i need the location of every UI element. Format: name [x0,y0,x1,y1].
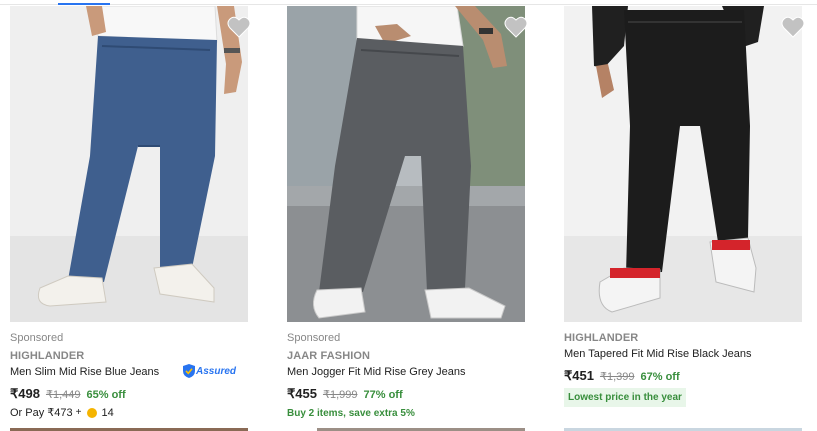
discount-percent: 65% off [86,389,126,401]
active-tab-indicator [58,3,110,5]
product-card-2[interactable]: Sponsored JAAR FASHION Men Jogger Fit Mi… [287,6,547,431]
lowest-price-badge: Lowest price in the year [564,388,686,407]
sponsored-label: Sponsored [10,332,64,344]
brand-name: JAAR FASHION [287,350,371,362]
price-row: ₹455 ₹1,999 77% off [287,386,403,402]
product-title[interactable]: Men Jogger Fit Mid Rise Grey Jeans [287,366,466,378]
top-divider [0,4,817,5]
supercoin-icon [87,407,98,418]
product-card-3[interactable]: HIGHLANDER Men Tapered Fit Mid Rise Blac… [564,6,817,431]
man-in-blue-jeans-image [10,6,248,322]
original-price: ₹1,999 [322,389,358,401]
selling-price: ₹451 [564,368,594,383]
product-image[interactable] [564,6,802,322]
assured-text: Assured [196,365,237,377]
price-row: ₹451 ₹1,399 67% off [564,368,680,384]
product-image[interactable] [10,6,248,322]
price-row: ₹498 ₹1,449 65% off [10,386,126,402]
or-pay-text: Or Pay ₹473 [10,407,73,419]
coin-count: 14 [101,406,114,419]
discount-percent: 67% off [640,371,680,383]
assured-badge: Assured [183,364,236,378]
original-price: ₹1,399 [599,371,635,383]
man-in-grey-jeans-image [287,6,525,322]
man-in-black-jeans-image [564,6,802,322]
product-title[interactable]: Men Tapered Fit Mid Rise Black Jeans [564,348,752,360]
selling-price: ₹455 [287,386,317,401]
brand-name: HIGHLANDER [10,350,85,362]
bundle-offer-text: Buy 2 items, save extra 5% [287,408,415,419]
sponsored-label: Sponsored [287,332,341,344]
original-price: ₹1,449 [45,389,81,401]
discount-percent: 77% off [363,389,403,401]
wishlist-heart-icon[interactable] [781,16,805,38]
product-title[interactable]: Men Slim Mid Rise Blue Jeans [10,366,159,378]
plus-sign: + [75,407,82,418]
wishlist-heart-icon[interactable] [504,16,528,38]
assured-shield-icon [183,364,195,378]
product-image[interactable] [287,6,525,322]
or-pay-row: Or Pay ₹473 + 14 [10,406,114,420]
brand-name: HIGHLANDER [564,332,639,344]
wishlist-heart-icon[interactable] [227,16,251,38]
product-card-1[interactable]: Sponsored HIGHLANDER Men Slim Mid Rise B… [10,6,270,431]
selling-price: ₹498 [10,386,40,401]
